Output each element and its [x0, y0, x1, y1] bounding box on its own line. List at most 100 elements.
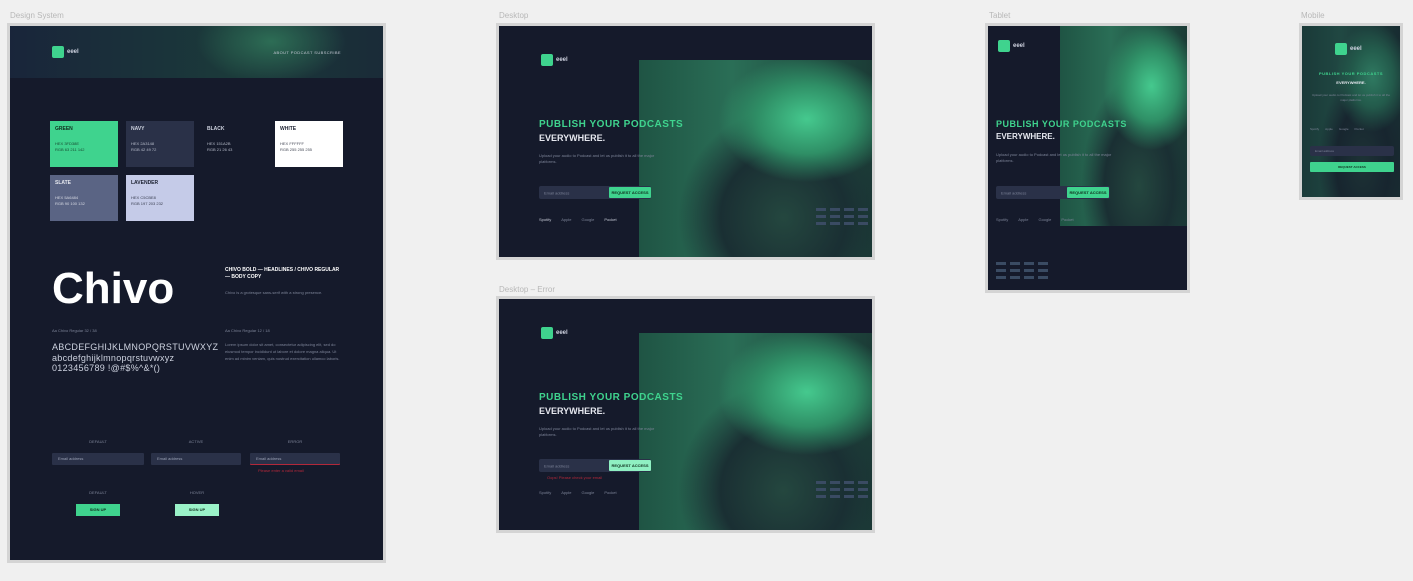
swatch-rgb: RGB 21 26 43: [207, 147, 233, 153]
email-input[interactable]: Email address: [1310, 146, 1394, 156]
button-label-hover: HOVER: [189, 490, 205, 495]
platform-pocket[interactable]: Pocket: [1061, 217, 1073, 222]
email-placeholder: Email address: [1001, 190, 1027, 195]
logo[interactable]: eeel: [52, 46, 79, 58]
hero-subtitle: EVERYWHERE.: [539, 133, 606, 143]
dot-pattern: [816, 208, 868, 225]
design-system-frame: eeel ABOUT PODCAST SUBSCRIBE GREEN HEX 3…: [10, 26, 383, 560]
hero-title: PUBLISH YOUR PODCASTS: [539, 392, 684, 403]
field-placeholder: Email address: [58, 456, 84, 461]
swatch-lavender: LAVENDER HEX C5CBE8 RGB 197 203 232: [126, 175, 194, 221]
hero-title: PUBLISH YOUR PODCASTS: [996, 119, 1127, 129]
platform-google[interactable]: Google: [1038, 217, 1051, 222]
platform-google[interactable]: Google: [581, 490, 594, 495]
body-copy-sample: Lorem ipsum dolor sit amet, consectetur …: [225, 342, 340, 361]
hero-paragraph: Upload your audio to Podcast and let us …: [539, 153, 655, 165]
swatch-name: WHITE: [280, 126, 297, 132]
hero-image: [639, 333, 872, 530]
platform-apple[interactable]: Apple: [561, 217, 571, 222]
swatch-green: GREEN HEX 3FD38E RGB 63 211 142: [50, 121, 118, 167]
platform-pocket[interactable]: Pocket: [604, 217, 616, 222]
platform-pocket[interactable]: Pocket: [604, 490, 616, 495]
swatch-name: BLACK: [207, 126, 225, 132]
swatch-white: WHITE HEX FFFFFF RGB 255 255 255: [275, 121, 343, 167]
platform-list: Spotify Apple Google Pocket: [539, 217, 617, 222]
desktop-error-frame: eeel PUBLISH YOUR PODCASTS EVERYWHERE. U…: [499, 299, 872, 530]
logo[interactable]: eeel: [541, 54, 568, 66]
signup-button-default[interactable]: SIGN UP: [76, 504, 120, 516]
request-access-button[interactable]: REQUEST ACCESS: [609, 187, 651, 198]
platform-spotify[interactable]: Spotify: [996, 217, 1008, 222]
font-sample: Chivo: [52, 264, 175, 313]
platform-google[interactable]: Google: [581, 217, 594, 222]
swatch-black: BLACK HEX 151A2B RGB 21 26 43: [202, 121, 270, 167]
logo[interactable]: eeel: [1335, 43, 1362, 55]
swatch-rgb: RGB 63 211 142: [55, 147, 85, 153]
logo-text: eeel: [67, 49, 79, 55]
logo[interactable]: eeel: [998, 40, 1025, 52]
hero-paragraph: Upload your audio to Podcast and let us …: [1311, 93, 1391, 102]
tablet-frame: eeel PUBLISH YOUR PODCASTS EVERYWHERE. U…: [988, 26, 1187, 290]
logo[interactable]: eeel: [541, 327, 568, 339]
email-placeholder: Email address: [1315, 149, 1335, 153]
platform-spotify[interactable]: Spotify: [539, 490, 551, 495]
request-access-button[interactable]: REQUEST ACCESS: [1067, 187, 1109, 198]
type-meta-large: Aa Chivo Regular 32 / 38: [52, 328, 97, 333]
hero-paragraph: Upload your audio to Podcast and let us …: [996, 152, 1112, 164]
field-label-default: DEFAULT: [89, 439, 107, 444]
logo-mark-icon: [541, 54, 553, 66]
platform-list: Spotify Apple Google Pocket: [1310, 127, 1364, 131]
email-field-default[interactable]: Email address: [52, 453, 144, 465]
email-placeholder: Email address: [544, 190, 570, 195]
field-placeholder: Email address: [157, 456, 183, 461]
dot-pattern: [816, 481, 868, 498]
alphabet-sample: ABCDEFGHIJKLMNOPQRSTUVWXYZ abcdefghijklm…: [52, 342, 219, 374]
error-message: Please enter a valid email: [258, 468, 304, 473]
swatch-rgb: RGB 197 203 232: [131, 201, 164, 207]
platform-google[interactable]: Google: [1339, 127, 1349, 131]
swatch-name: SLATE: [55, 180, 72, 186]
frame-label-desktop: Desktop: [499, 11, 529, 20]
dot-pattern: [996, 262, 1048, 279]
logo-mark-icon: [52, 46, 64, 58]
swatch-name: GREEN: [55, 126, 73, 132]
platform-pocket[interactable]: Pocket: [1355, 127, 1364, 131]
field-placeholder: Email address: [256, 456, 282, 461]
font-description-bold: CHIVO BOLD — HEADLINES / CHIVO REGULAR —…: [225, 267, 340, 281]
email-field-active[interactable]: Email address: [151, 453, 241, 465]
request-access-button[interactable]: REQUEST ACCESS: [609, 460, 651, 471]
platform-apple[interactable]: Apple: [1325, 127, 1333, 131]
platform-apple[interactable]: Apple: [1018, 217, 1028, 222]
hero-image: [639, 60, 872, 257]
email-placeholder: Email address: [544, 463, 570, 468]
platform-spotify[interactable]: Spotify: [1310, 127, 1319, 131]
nav-links[interactable]: ABOUT PODCAST SUBSCRIBE: [273, 50, 341, 55]
font-description: Chivo is a grotesque sans-serif with a s…: [225, 290, 323, 295]
hero-subtitle: EVERYWHERE.: [996, 132, 1055, 141]
logo-text: eeel: [1350, 46, 1362, 52]
swatch-rgb: RGB 42 49 72: [131, 147, 157, 153]
platform-apple[interactable]: Apple: [561, 490, 571, 495]
platform-list: Spotify Apple Google Pocket: [996, 217, 1074, 222]
signup-button-hover[interactable]: SIGN UP: [175, 504, 219, 516]
logo-text: eeel: [1013, 43, 1025, 49]
frame-label-design-system: Design System: [10, 11, 64, 20]
logo-mark-icon: [998, 40, 1010, 52]
platform-list: Spotify Apple Google Pocket: [539, 490, 617, 495]
frame-label-tablet: Tablet: [989, 11, 1011, 20]
email-field-error[interactable]: Email address: [250, 453, 340, 465]
hero-paragraph: Upload your audio to Podcast and let us …: [539, 426, 655, 438]
hero-subtitle: EVERYWHERE.: [539, 406, 606, 416]
email-error-message: Oops! Please check your email: [547, 475, 603, 480]
field-label-error: ERROR: [287, 439, 303, 444]
mobile-frame: eeel PUBLISH YOUR PODCASTS EVERYWHERE. U…: [1302, 26, 1400, 197]
logo-text: eeel: [556, 57, 568, 63]
swatch-name: NAVY: [131, 126, 145, 132]
field-label-active: ACTIVE: [188, 439, 204, 444]
desktop-frame: eeel PUBLISH YOUR PODCASTS EVERYWHERE. U…: [499, 26, 872, 257]
request-access-button[interactable]: REQUEST ACCESS: [1310, 162, 1394, 172]
platform-spotify[interactable]: Spotify: [539, 217, 551, 222]
hero-title: PUBLISH YOUR PODCASTS: [1319, 71, 1383, 76]
swatch-navy: NAVY HEX 2A3148 RGB 42 49 72: [126, 121, 194, 167]
swatch-rgb: RGB 255 255 255: [280, 147, 313, 153]
